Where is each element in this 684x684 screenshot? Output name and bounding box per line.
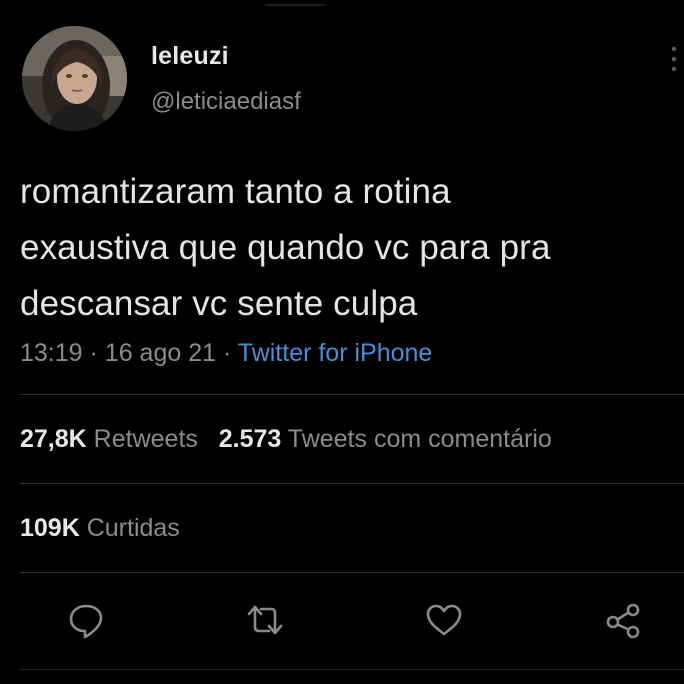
- meta-separator: ·: [222, 339, 232, 367]
- likes-count: 109K: [20, 514, 80, 542]
- retweets-stat[interactable]: 27,8K Retweets: [20, 425, 198, 453]
- tweet-date[interactable]: 16 ago 21: [105, 339, 216, 367]
- divider: [20, 394, 684, 395]
- likes-label: Curtidas: [86, 514, 180, 542]
- share-icon[interactable]: [601, 598, 645, 642]
- retweet-icon[interactable]: [243, 598, 287, 642]
- quotes-label: Tweets com comentário: [287, 425, 552, 453]
- tweet-header: leleuzi @leticiaediasf: [22, 26, 684, 136]
- tweet-text-line: exaustiva que quando vc para pra: [20, 228, 551, 267]
- likes-stat[interactable]: 109K Curtidas: [20, 514, 180, 542]
- likes-stats-row: 109K Curtidas: [20, 511, 180, 545]
- reply-icon[interactable]: [64, 598, 108, 642]
- tweet-text-line: romantizaram tanto a rotina: [20, 172, 451, 211]
- profile-photo-icon: [22, 26, 127, 131]
- bottom-divider: [20, 669, 684, 670]
- quotes-count: 2.573: [218, 425, 282, 453]
- author-names: leleuzi @leticiaediasf: [151, 40, 301, 118]
- avatar[interactable]: [22, 26, 127, 131]
- tweet-source-link[interactable]: Twitter for iPhone: [238, 339, 433, 367]
- tweet-meta: 13:19 · 16 ago 21 · Twitter for iPhone: [20, 336, 432, 370]
- tweet-time[interactable]: 13:19: [20, 339, 83, 367]
- tweet-text-line: descansar vc sente culpa: [20, 284, 418, 323]
- like-icon[interactable]: [422, 598, 466, 642]
- tweet-text: romantizaram tanto a rotina exaustiva qu…: [20, 164, 680, 332]
- retweet-stats-row: 27,8K Retweets 2.573 Tweets com comentár…: [20, 422, 552, 456]
- user-handle[interactable]: @leticiaediasf: [151, 86, 301, 118]
- display-name[interactable]: leleuzi: [151, 40, 301, 72]
- more-options-icon[interactable]: [668, 44, 680, 74]
- meta-separator: ·: [89, 339, 98, 367]
- divider: [20, 572, 684, 573]
- top-edge-mark: [265, 0, 325, 6]
- retweets-count: 27,8K: [20, 425, 87, 453]
- divider: [20, 483, 684, 484]
- quotes-stat[interactable]: 2.573 Tweets com comentário: [219, 425, 552, 453]
- action-bar: [0, 598, 684, 648]
- retweets-label: Retweets: [93, 425, 198, 453]
